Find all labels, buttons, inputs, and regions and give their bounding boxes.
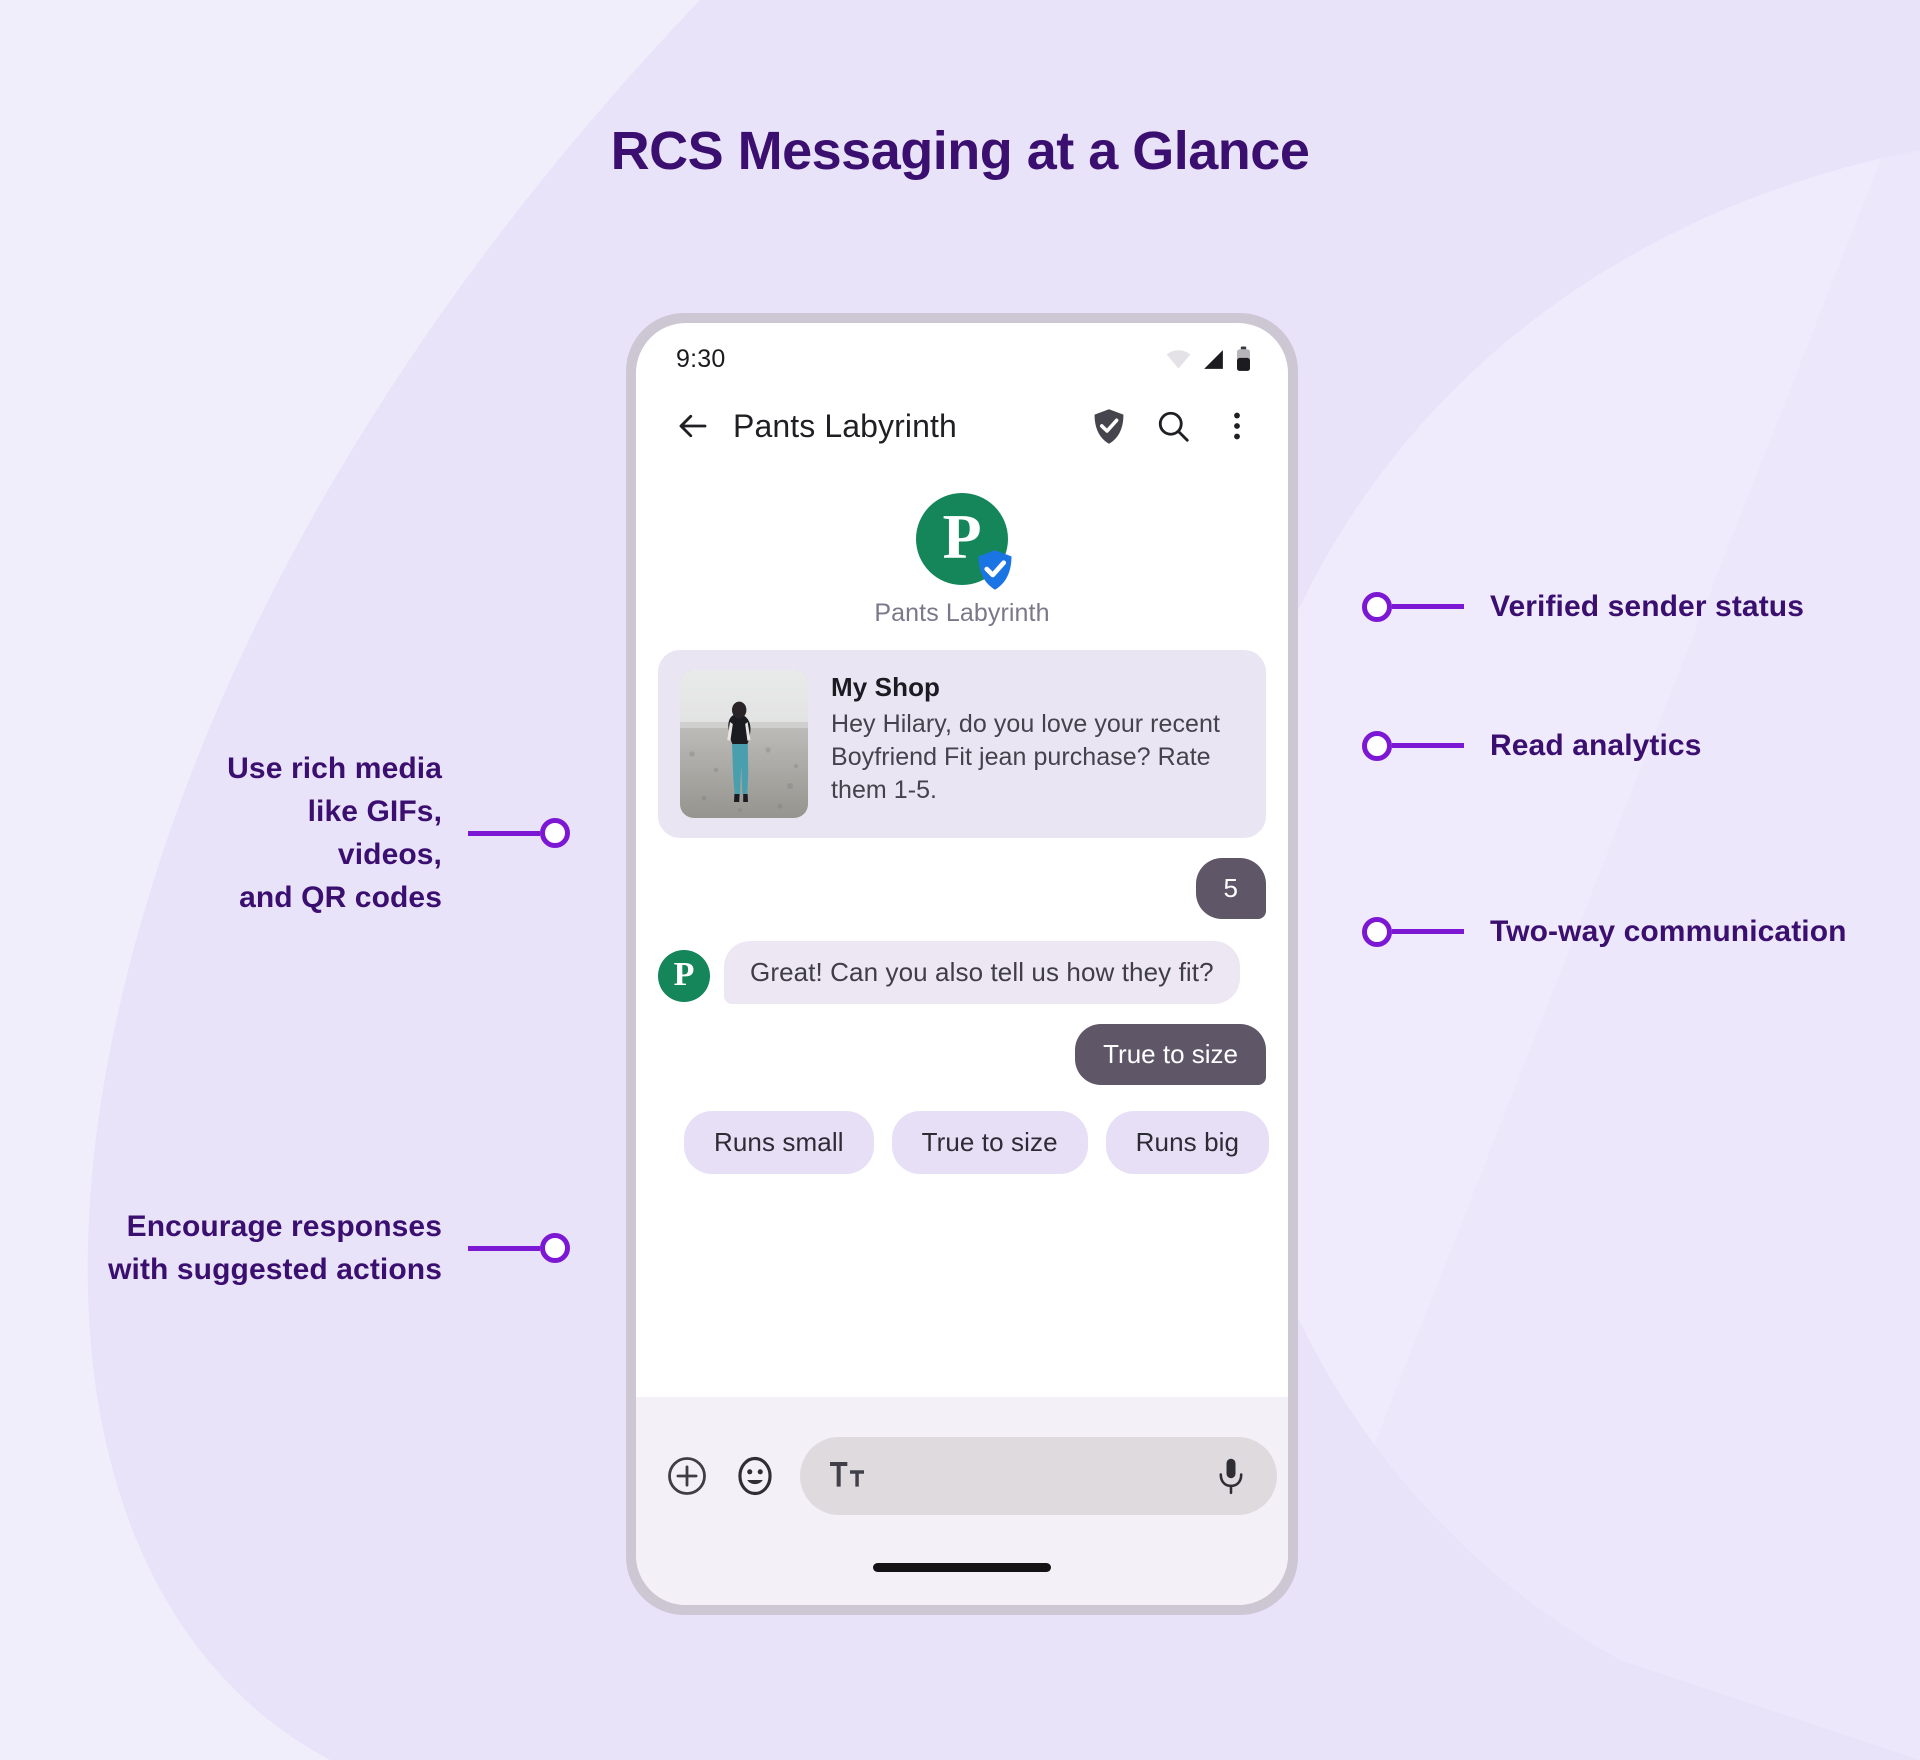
status-bar-icons: [1165, 346, 1252, 373]
annotation-line: [468, 1245, 540, 1251]
app-bar: Pants Labyrinth: [636, 385, 1288, 467]
message-input-field[interactable]: [800, 1437, 1277, 1515]
sender-header: P Pants Labyrinth: [658, 493, 1266, 628]
annotation-dot: [1362, 916, 1392, 947]
search-icon: [1158, 411, 1189, 442]
conversation-thread: P Pants Labyrinth My Shop Hey Hilary, do…: [636, 467, 1288, 1397]
plus-circle-icon: [668, 1457, 706, 1495]
back-arrow-icon: [679, 414, 707, 438]
annotation-dot: [540, 818, 570, 848]
microphone-icon[interactable]: [1213, 1456, 1249, 1496]
annotation-label: Encourage responses with suggested actio…: [108, 1210, 442, 1286]
sender-name: Pants Labyrinth: [874, 599, 1050, 627]
cellular-signal-icon: [1204, 349, 1223, 369]
message-row-outgoing-reply: True to size: [658, 1024, 1266, 1085]
rich-card-title: My Shop: [831, 672, 941, 702]
message-bubble-outgoing[interactable]: 5: [1195, 858, 1266, 919]
add-attachment-button[interactable]: [664, 1453, 710, 1499]
message-composer: [636, 1397, 1288, 1529]
annotation-read-analytics: Read analytics: [1362, 724, 1702, 767]
annotation-line: [1392, 604, 1464, 609]
phone-mockup: 9:30 Pants Labyrinth P Pants Labyrinth M…: [626, 313, 1298, 1615]
emoji-smiley-icon: [738, 1456, 772, 1496]
suggested-actions: Runs small True to size Runs big: [658, 1111, 1270, 1174]
annotation-two-way-communication: Two-way communication: [1362, 910, 1847, 953]
annotation-line: [1392, 929, 1464, 934]
app-bar-actions: [1088, 405, 1258, 447]
phone-screen: 9:30 Pants Labyrinth P Pants Labyrinth M…: [636, 323, 1288, 1605]
avatar: P: [916, 493, 1012, 590]
annotation-line: [1392, 743, 1464, 748]
rich-card-message[interactable]: My Shop Hey Hilary, do you love your rec…: [658, 650, 1266, 838]
verified-shield-icon: [1094, 408, 1124, 444]
message-bubble-outgoing-reply[interactable]: True to size: [1075, 1024, 1266, 1085]
annotation-dot: [1362, 591, 1392, 622]
annotation-label: Use rich media like GIFs, videos, and QR…: [227, 752, 442, 914]
annotation-suggested-actions: Encourage responses with suggested actio…: [100, 1205, 570, 1291]
message-row-incoming: P Great! Can you also tell us how they f…: [658, 941, 1266, 1004]
annotation-dot: [1362, 730, 1392, 761]
rich-card-body: My Shop Hey Hilary, do you love your rec…: [831, 670, 1244, 807]
annotation-dot: [540, 1233, 570, 1263]
status-bar-time: 9:30: [676, 344, 726, 373]
search-button[interactable]: [1152, 405, 1194, 447]
conversation-title: Pants Labyrinth: [733, 407, 957, 444]
emoji-button[interactable]: [732, 1453, 778, 1499]
home-gesture-bar[interactable]: [873, 1562, 1051, 1572]
annotation-label: Verified sender status: [1490, 590, 1804, 623]
message-bubble-incoming[interactable]: Great! Can you also tell us how they fit…: [724, 941, 1240, 1004]
suggested-chip-true-to-size[interactable]: True to size: [891, 1111, 1088, 1174]
message-row-outgoing-rating: 5: [658, 858, 1266, 919]
overflow-menu-icon: [1234, 412, 1240, 440]
suggested-chip-runs-small[interactable]: Runs small: [684, 1111, 874, 1174]
page-title: RCS Messaging at a Glance: [610, 121, 1310, 181]
annotation-label: Read analytics: [1490, 729, 1702, 762]
wifi-icon: [1166, 349, 1191, 368]
annotation-label: Two-way communication: [1490, 915, 1847, 948]
suggested-chip-runs-big[interactable]: Runs big: [1105, 1111, 1270, 1174]
rich-card-text: Hey Hilary, do you love your recent Boyf…: [831, 710, 1220, 804]
battery-icon: [1237, 346, 1250, 371]
verified-badge-icon: [978, 550, 1012, 590]
status-bar: 9:30: [636, 323, 1288, 385]
annotation-rich-media: Use rich media like GIFs, videos, and QR…: [200, 747, 570, 919]
text-format-icon: [830, 1462, 864, 1487]
gesture-nav-area: [636, 1529, 1288, 1605]
overflow-menu-button[interactable]: [1216, 405, 1258, 447]
annotation-line: [468, 830, 540, 836]
message-avatar: P: [658, 950, 710, 1002]
woman-walking-photo: [680, 670, 808, 818]
message-text-input[interactable]: [878, 1460, 1213, 1492]
verified-sender-button[interactable]: [1088, 405, 1130, 447]
annotation-verified-sender: Verified sender status: [1362, 585, 1804, 628]
back-button[interactable]: [670, 403, 716, 449]
rich-card-thumbnail[interactable]: [680, 670, 808, 818]
